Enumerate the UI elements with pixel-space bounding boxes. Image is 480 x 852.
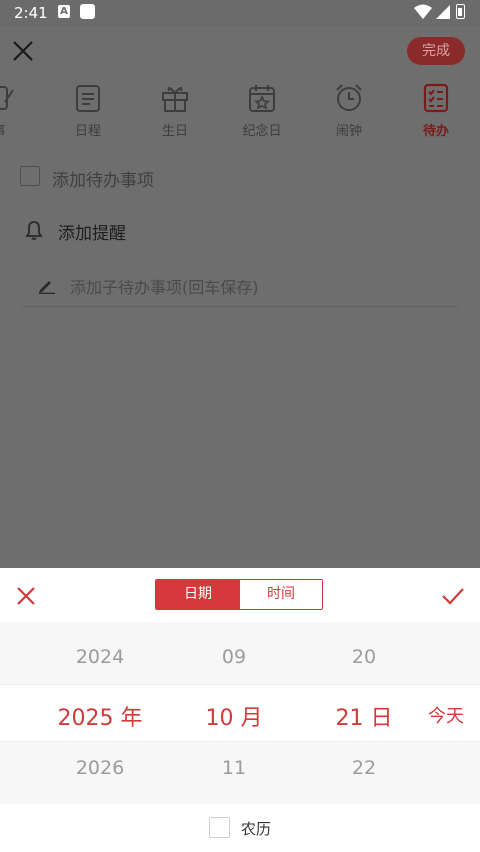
year-next[interactable]: 2026 [40,757,160,779]
add-reminder-label: 添加提醒 [58,224,126,244]
gift-icon [162,87,188,112]
category-tab-note[interactable]: 事 [0,82,34,139]
tab-date[interactable]: 日期 [156,580,240,609]
wifi-icon [414,4,432,19]
confirm-check-icon[interactable] [440,584,466,608]
schedule-icon [76,85,100,112]
category-tab-birthday[interactable]: 生日 [140,82,210,139]
editor-overlay[interactable]: 完成 事 日程 生日 [0,26,480,568]
year-selected[interactable]: 2025 年 [40,700,160,732]
date-time-toggle: 日期 时间 [155,579,323,610]
calendar-star-icon [249,85,275,112]
category-tab-schedule[interactable]: 日程 [53,82,123,139]
date-wheel[interactable]: 2024 2025 年 2026 09 10 月 11 20 21 日 22 今… [0,622,480,804]
lunar-toggle-row[interactable]: 农历 [0,804,480,852]
lunar-label: 农历 [241,820,272,838]
year-prev[interactable]: 2024 [40,646,160,668]
category-tab-anniversary[interactable]: 纪念日 [227,82,297,139]
category-tab-alarm[interactable]: 闹钟 [314,82,384,139]
pen-note-icon [0,86,14,110]
month-selected[interactable]: 10 月 [174,700,294,732]
subtask-input[interactable]: 添加子待办事项(回车保存) [70,274,259,298]
cancel-icon[interactable] [14,584,38,608]
notification-square-icon [80,4,95,19]
todo-checkbox[interactable] [20,166,40,186]
battery-icon [456,4,465,19]
day-selected[interactable]: 21 日 [304,700,424,732]
alarm-clock-icon [336,84,362,111]
bell-icon [25,221,43,240]
category-label: 日程 [74,124,101,139]
status-time: 2:41 [14,4,48,22]
date-picker-sheet: 日期 时间 2024 2025 年 2026 09 10 月 11 20 21 … [0,568,480,852]
month-prev[interactable]: 09 [174,646,294,668]
category-label: 待办 [422,124,449,139]
category-label: 事 [0,124,6,139]
todo-input[interactable]: 添加待办事项 [52,166,154,191]
category-label: 生日 [161,124,188,139]
tab-time[interactable]: 时间 [240,580,322,609]
day-next[interactable]: 22 [304,757,424,779]
close-icon[interactable] [10,38,36,64]
status-bar: 2:41 A [0,0,480,26]
today-button[interactable]: 今天 [428,702,464,728]
subtask-input-row[interactable]: 添加子待办事项(回车保存) [22,264,458,307]
notification-a-icon: A [58,5,70,18]
day-prev[interactable]: 20 [304,646,424,668]
done-button[interactable]: 完成 [407,37,465,65]
pencil-icon [39,281,55,294]
signal-icon [436,5,450,19]
checklist-icon [423,83,449,113]
category-tab-todo[interactable]: 待办 [401,82,471,139]
month-next[interactable]: 11 [174,757,294,779]
category-label: 闹钟 [335,124,362,139]
lunar-checkbox[interactable] [209,817,230,838]
category-label: 纪念日 [242,124,282,139]
category-tabs: 事 日程 生日 纪念日 [0,82,480,142]
